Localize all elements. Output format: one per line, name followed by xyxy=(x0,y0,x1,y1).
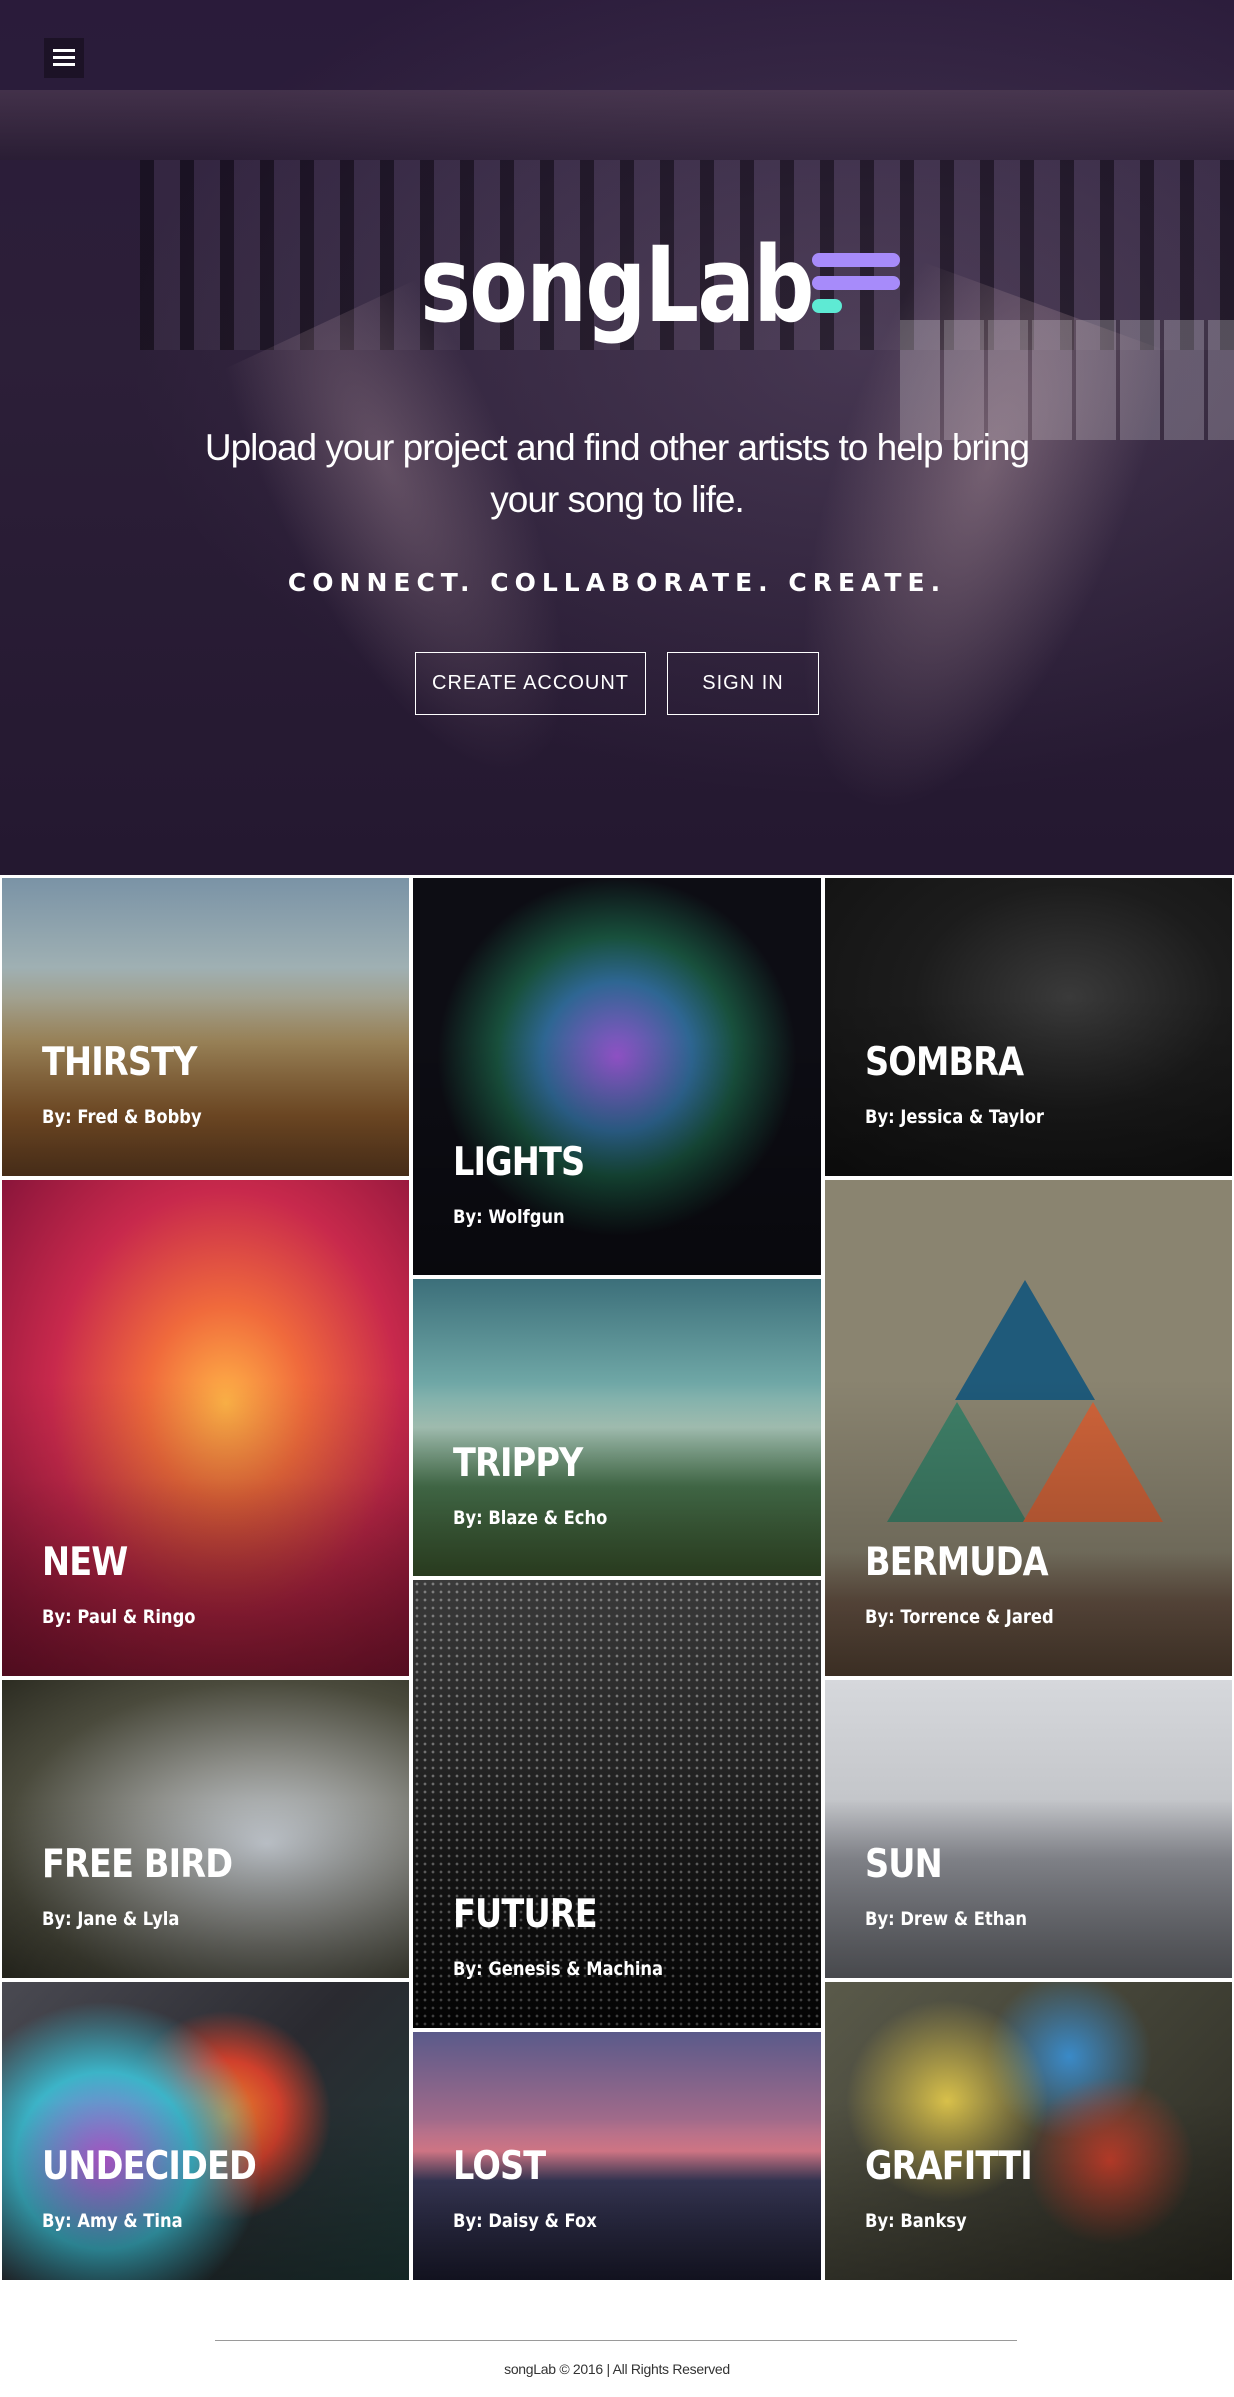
project-artists: By: Daisy & Fox xyxy=(453,2210,597,2232)
project-title: BERMUDA xyxy=(865,1540,1049,1585)
project-card-sun[interactable]: SUN By: Drew & Ethan xyxy=(825,1680,1232,1978)
create-account-button[interactable]: CREATE ACCOUNT xyxy=(415,652,646,715)
project-artists: By: Paul & Ringo xyxy=(42,1606,196,1628)
menu-bar xyxy=(53,49,75,52)
project-title: SOMBRA xyxy=(865,1040,1024,1085)
footer-divider xyxy=(215,2340,1017,2341)
project-title: NEW xyxy=(42,1540,128,1585)
project-artists: By: Genesis & Machina xyxy=(453,1958,664,1980)
project-artists: By: Amy & Tina xyxy=(42,2210,183,2232)
project-artists: By: Wolfgun xyxy=(453,1206,565,1228)
project-card-lights[interactable]: LIGHTS By: Wolfgun xyxy=(413,878,821,1275)
footer-copyright: songLab © 2016 | All Rights Reserved xyxy=(504,2361,730,2377)
project-title: FUTURE xyxy=(453,1892,598,1937)
project-artists: By: Blaze & Echo xyxy=(453,1507,608,1529)
project-title: LIGHTS xyxy=(453,1140,585,1185)
project-title: GRAFITTI xyxy=(865,2144,1033,2189)
project-title: LOST xyxy=(453,2144,546,2189)
project-card-future[interactable]: FUTURE By: Genesis & Machina xyxy=(413,1580,821,2028)
hamburger-menu-icon[interactable] xyxy=(44,38,84,78)
project-card-trippy[interactable]: TRIPPY By: Blaze & Echo xyxy=(413,1279,821,1576)
project-card-thirsty[interactable]: THIRSTY By: Fred & Bobby xyxy=(2,878,409,1176)
project-artists: By: Drew & Ethan xyxy=(865,1908,1028,1930)
project-card-new[interactable]: NEW By: Paul & Ringo xyxy=(2,1180,409,1676)
project-artists: By: Jessica & Taylor xyxy=(865,1106,1044,1128)
logo-wordmark: songLab xyxy=(420,224,815,346)
hero-section: songLab Upload your project and find oth… xyxy=(0,0,1234,875)
project-title: FREE BIRD xyxy=(42,1842,233,1887)
project-artists: By: Banksy xyxy=(865,2210,967,2232)
sign-in-button[interactable]: SIGN IN xyxy=(667,652,819,715)
project-artists: By: Torrence & Jared xyxy=(865,1606,1054,1628)
hero-background-left-hand xyxy=(202,269,658,851)
project-title: THIRSTY xyxy=(42,1040,197,1085)
project-artists: By: Jane & Lyla xyxy=(42,1908,180,1930)
project-artists: By: Fred & Bobby xyxy=(42,1106,202,1128)
hero-motto: CONNECT. COLLABORATE. CREATE. xyxy=(287,568,947,597)
project-card-lost[interactable]: LOST By: Daisy & Fox xyxy=(413,2032,821,2280)
project-card-grafitti[interactable]: GRAFITTI By: Banksy xyxy=(825,1982,1232,2280)
project-card-bermuda[interactable]: BERMUDA By: Torrence & Jared xyxy=(825,1180,1232,1676)
hero-tagline: Upload your project and find other artis… xyxy=(204,427,1030,520)
logo-bars-icon xyxy=(811,251,900,319)
project-title: TRIPPY xyxy=(453,1441,583,1486)
project-card-sombra[interactable]: SOMBRA By: Jessica & Taylor xyxy=(825,878,1232,1176)
menu-bar xyxy=(53,56,75,59)
hero-background-piano-rail xyxy=(0,90,1234,160)
project-card-undecided[interactable]: UNDECIDED By: Amy & Tina xyxy=(2,1982,409,2280)
project-title: SUN xyxy=(865,1842,943,1887)
site-logo: songLab xyxy=(0,225,1234,345)
menu-bar xyxy=(53,63,75,66)
project-title: UNDECIDED xyxy=(42,2144,257,2189)
project-card-free-bird[interactable]: FREE BIRD By: Jane & Lyla xyxy=(2,1680,409,1978)
